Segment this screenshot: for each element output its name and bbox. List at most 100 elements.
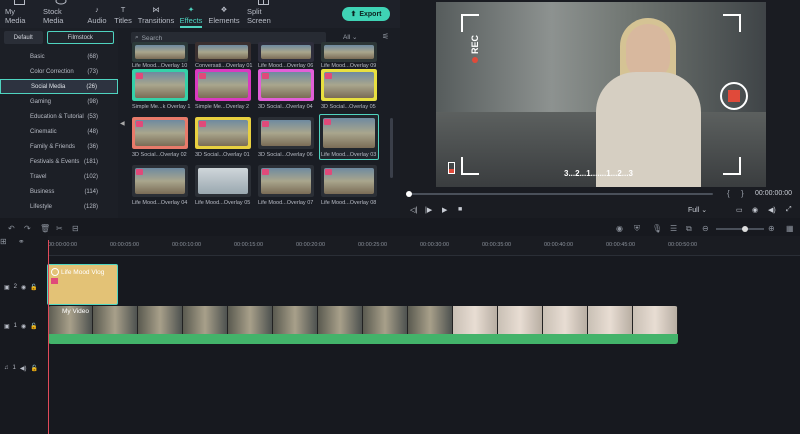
- effect-thumbnail[interactable]: [258, 165, 314, 197]
- redo-icon[interactable]: ↷: [24, 224, 31, 233]
- lock-icon[interactable]: 🔓: [30, 284, 37, 291]
- zoom-out-icon[interactable]: ⊖: [702, 224, 709, 233]
- nav-effects[interactable]: ✦ Effects: [176, 0, 206, 28]
- heart-icon: [136, 121, 143, 127]
- playhead[interactable]: [48, 240, 49, 434]
- timeline-ruler[interactable]: 00:00:00:00 00:00:05:00 00:00:10:00 00:0…: [48, 236, 800, 256]
- detach-icon[interactable]: ⧉: [686, 224, 692, 234]
- lock-icon[interactable]: 🔓: [30, 323, 37, 330]
- effect-thumbnail[interactable]: [132, 165, 188, 197]
- eye-icon[interactable]: ◉: [21, 284, 26, 291]
- category-cinematic[interactable]: Cinematic (48): [0, 124, 118, 139]
- effect-thumbnail[interactable]: [195, 165, 251, 197]
- tab-default[interactable]: Default: [4, 31, 43, 44]
- effect-thumbnail[interactable]: [321, 42, 377, 62]
- fullscreen-icon[interactable]: ⤢: [786, 206, 792, 214]
- play-icon[interactable]: ▶: [442, 206, 447, 214]
- zoom-knob[interactable]: [742, 226, 748, 232]
- undo-icon[interactable]: ↶: [8, 224, 15, 233]
- filter-dropdown[interactable]: All ⌄: [343, 33, 358, 41]
- text-icon: T: [120, 4, 126, 14]
- filter-icon[interactable]: ⚟: [382, 32, 389, 41]
- frame-corner: [723, 14, 741, 32]
- volume-icon[interactable]: ◀): [20, 365, 27, 372]
- countdown-text: 3...2...1.......1...2...3: [564, 169, 633, 178]
- effect-thumbnail[interactable]: [132, 117, 188, 149]
- category-travel[interactable]: Travel (102): [0, 169, 118, 184]
- category-education[interactable]: Education & Tutorial (53): [0, 109, 118, 124]
- tick-label: 00:00:45:00: [606, 242, 636, 248]
- collapse-arrow-icon[interactable]: ◀: [120, 120, 125, 127]
- nav-transitions[interactable]: ⋈ Transitions: [136, 0, 176, 28]
- category-basic[interactable]: Basic (68): [0, 49, 118, 64]
- heart-icon: [325, 73, 332, 79]
- zoom-in-icon[interactable]: ⊕: [768, 224, 775, 233]
- scrubber-knob[interactable]: [406, 191, 412, 197]
- effect-label: 3D Social...Overlay 04: [258, 104, 313, 110]
- list-icon[interactable]: ☰: [670, 224, 677, 233]
- effect-thumbnail[interactable]: [321, 165, 377, 197]
- effect-thumbnail[interactable]: [132, 42, 188, 62]
- heart-icon: [51, 278, 58, 284]
- nav-titles[interactable]: T Titles: [110, 0, 136, 28]
- category-social-media[interactable]: Social Media (26): [0, 79, 118, 94]
- grid-icon[interactable]: ▦: [786, 224, 794, 233]
- export-button[interactable]: ⬆ Export: [342, 7, 390, 21]
- effect-thumbnail[interactable]: [258, 69, 314, 101]
- crop-icon[interactable]: ⊟: [72, 224, 79, 233]
- effect-thumbnail[interactable]: [321, 69, 377, 101]
- heart-icon: [136, 169, 143, 175]
- nav-audio[interactable]: ♪ Audio: [84, 0, 110, 28]
- eye-icon[interactable]: ◉: [21, 323, 26, 330]
- microphone-icon[interactable]: 🎙: [652, 224, 662, 233]
- snapshot-icon[interactable]: ◉: [752, 206, 758, 214]
- nav-elements[interactable]: ❖ Elements: [206, 0, 242, 28]
- tick-label: 00:00:10:00: [172, 242, 202, 248]
- add-track-icon[interactable]: ⊞: [0, 237, 7, 246]
- out-point-icon[interactable]: }: [741, 189, 744, 198]
- effect-thumbnail[interactable]: [195, 42, 251, 62]
- cut-icon[interactable]: ✂: [56, 224, 63, 233]
- nav-label: Split Screen: [247, 7, 271, 25]
- zoom-slider[interactable]: [716, 226, 764, 232]
- category-lifestyle[interactable]: Lifestyle (128): [0, 199, 118, 214]
- preview-scrubber[interactable]: [406, 191, 713, 197]
- chevron-down-icon: ⌄: [352, 34, 358, 41]
- in-point-icon[interactable]: {: [727, 189, 730, 198]
- delete-icon[interactable]: 🗑: [40, 224, 50, 233]
- audio-waveform: [48, 334, 678, 344]
- category-festivals[interactable]: Festivals & Events (181): [0, 154, 118, 169]
- effect-thumbnail[interactable]: [195, 117, 251, 149]
- heart-icon: [262, 73, 269, 79]
- category-business[interactable]: Business (114): [0, 184, 118, 199]
- tab-filmstock[interactable]: Filmstock: [46, 31, 114, 44]
- effect-thumbnail[interactable]: [258, 42, 314, 62]
- display-icon[interactable]: ▭: [736, 206, 743, 214]
- category-family-friends[interactable]: Family & Friends (36): [0, 139, 118, 154]
- nav-label: Elements: [208, 16, 240, 25]
- overlay-clip[interactable]: Life Mood Vlog: [47, 264, 118, 305]
- render-icon[interactable]: ◉: [616, 224, 623, 233]
- effect-thumbnail[interactable]: [132, 69, 188, 101]
- transition-icon: ⋈: [152, 4, 160, 14]
- prev-frame-icon[interactable]: ◁|: [410, 206, 417, 214]
- nav-my-media[interactable]: My Media: [0, 0, 38, 28]
- link-icon[interactable]: ⚭: [18, 237, 25, 246]
- music-note-icon: ♫: [4, 365, 9, 371]
- nav-split-screen[interactable]: Split Screen: [242, 0, 284, 28]
- lock-icon[interactable]: 🔓: [30, 365, 37, 372]
- category-gaming[interactable]: Gaming (98): [0, 94, 118, 109]
- volume-icon[interactable]: ◀): [768, 206, 776, 214]
- stop-icon[interactable]: ■: [458, 206, 462, 213]
- gallery-scrollbar[interactable]: [390, 118, 393, 178]
- effect-thumbnail[interactable]: [258, 117, 314, 149]
- step-back-icon[interactable]: |▶: [425, 206, 432, 214]
- tick-label: 00:00:30:00: [420, 242, 450, 248]
- video-clip[interactable]: My Video: [48, 306, 678, 344]
- nav-stock-media[interactable]: Stock Media: [38, 0, 84, 28]
- elements-icon: ❖: [220, 4, 228, 14]
- category-color-correction[interactable]: Color Correction (73): [0, 64, 118, 79]
- shield-icon[interactable]: ⛨: [634, 224, 640, 234]
- quality-dropdown[interactable]: Full ⌄: [688, 206, 707, 214]
- effect-thumbnail[interactable]: [195, 69, 251, 101]
